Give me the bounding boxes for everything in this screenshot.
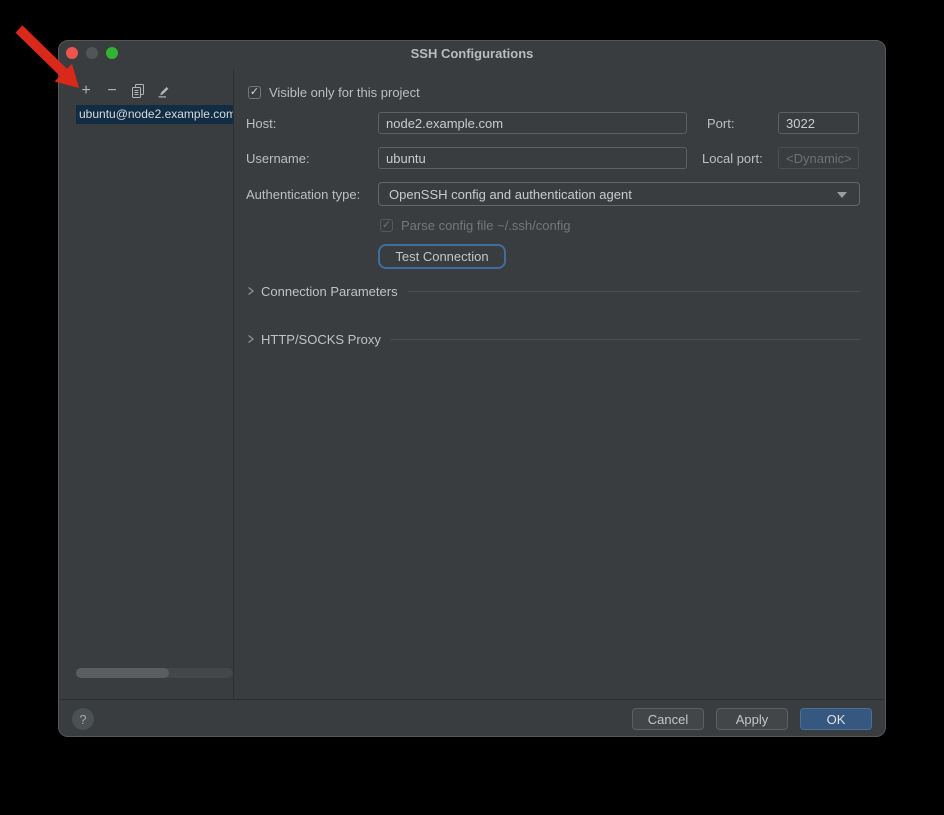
username-label: Username: xyxy=(246,151,310,166)
apply-button[interactable]: Apply xyxy=(716,708,788,730)
section-http-socks-proxy[interactable]: HTTP/SOCKS Proxy xyxy=(246,331,860,347)
sidebar-divider xyxy=(233,69,234,699)
title-bar: SSH Configurations xyxy=(59,41,885,67)
parse-config-label: Parse config file ~/.ssh/config xyxy=(401,218,570,233)
host-label: Host: xyxy=(246,116,276,131)
section-divider xyxy=(391,339,860,340)
add-button[interactable]: + xyxy=(77,82,95,100)
cancel-button[interactable]: Cancel xyxy=(632,708,704,730)
copy-button[interactable] xyxy=(129,82,147,100)
local-port-label: Local port: xyxy=(702,151,763,166)
list-item[interactable]: ubuntu@node2.example.com xyxy=(76,105,233,124)
checkbox-checked-disabled-icon: ✓ xyxy=(380,219,393,232)
question-mark-icon: ? xyxy=(79,712,86,727)
visible-project-label: Visible only for this project xyxy=(269,85,420,100)
test-connection-button[interactable]: Test Connection xyxy=(378,244,506,269)
section-connection-parameters[interactable]: Connection Parameters xyxy=(246,283,860,299)
host-input[interactable] xyxy=(378,112,687,134)
username-input[interactable] xyxy=(378,147,687,169)
scrollbar-thumb[interactable] xyxy=(76,668,169,678)
auth-type-value: OpenSSH config and authentication agent xyxy=(389,187,632,202)
section-divider xyxy=(408,291,860,292)
chevron-down-icon xyxy=(837,192,847,198)
checkbox-checked-icon: ✓ xyxy=(248,86,261,99)
parse-config-checkbox: ✓ Parse config file ~/.ssh/config xyxy=(380,218,570,233)
plus-icon: + xyxy=(81,82,90,100)
horizontal-scrollbar[interactable] xyxy=(76,668,233,678)
chevron-right-icon xyxy=(246,286,255,296)
remove-button[interactable]: − xyxy=(103,82,121,100)
footer-divider xyxy=(59,699,885,700)
auth-type-select[interactable]: OpenSSH config and authentication agent xyxy=(378,182,860,206)
ssh-configurations-dialog: SSH Configurations + − ubuntu@node2 xyxy=(58,40,886,737)
local-port-input xyxy=(778,147,859,169)
help-button[interactable]: ? xyxy=(72,708,94,730)
edit-button[interactable] xyxy=(155,82,173,100)
visible-project-checkbox[interactable]: ✓ Visible only for this project xyxy=(248,85,420,100)
port-label: Port: xyxy=(707,116,734,131)
section-label: Connection Parameters xyxy=(261,284,398,299)
port-input[interactable] xyxy=(778,112,859,134)
ok-button[interactable]: OK xyxy=(800,708,872,730)
section-label: HTTP/SOCKS Proxy xyxy=(261,332,381,347)
footer-buttons: Cancel Apply OK xyxy=(632,708,872,730)
minus-icon: − xyxy=(107,82,116,100)
chevron-right-icon xyxy=(246,334,255,344)
dialog-title: SSH Configurations xyxy=(59,41,885,67)
auth-type-label: Authentication type: xyxy=(246,187,360,202)
pencil-icon xyxy=(157,84,171,98)
copy-icon xyxy=(132,84,145,98)
